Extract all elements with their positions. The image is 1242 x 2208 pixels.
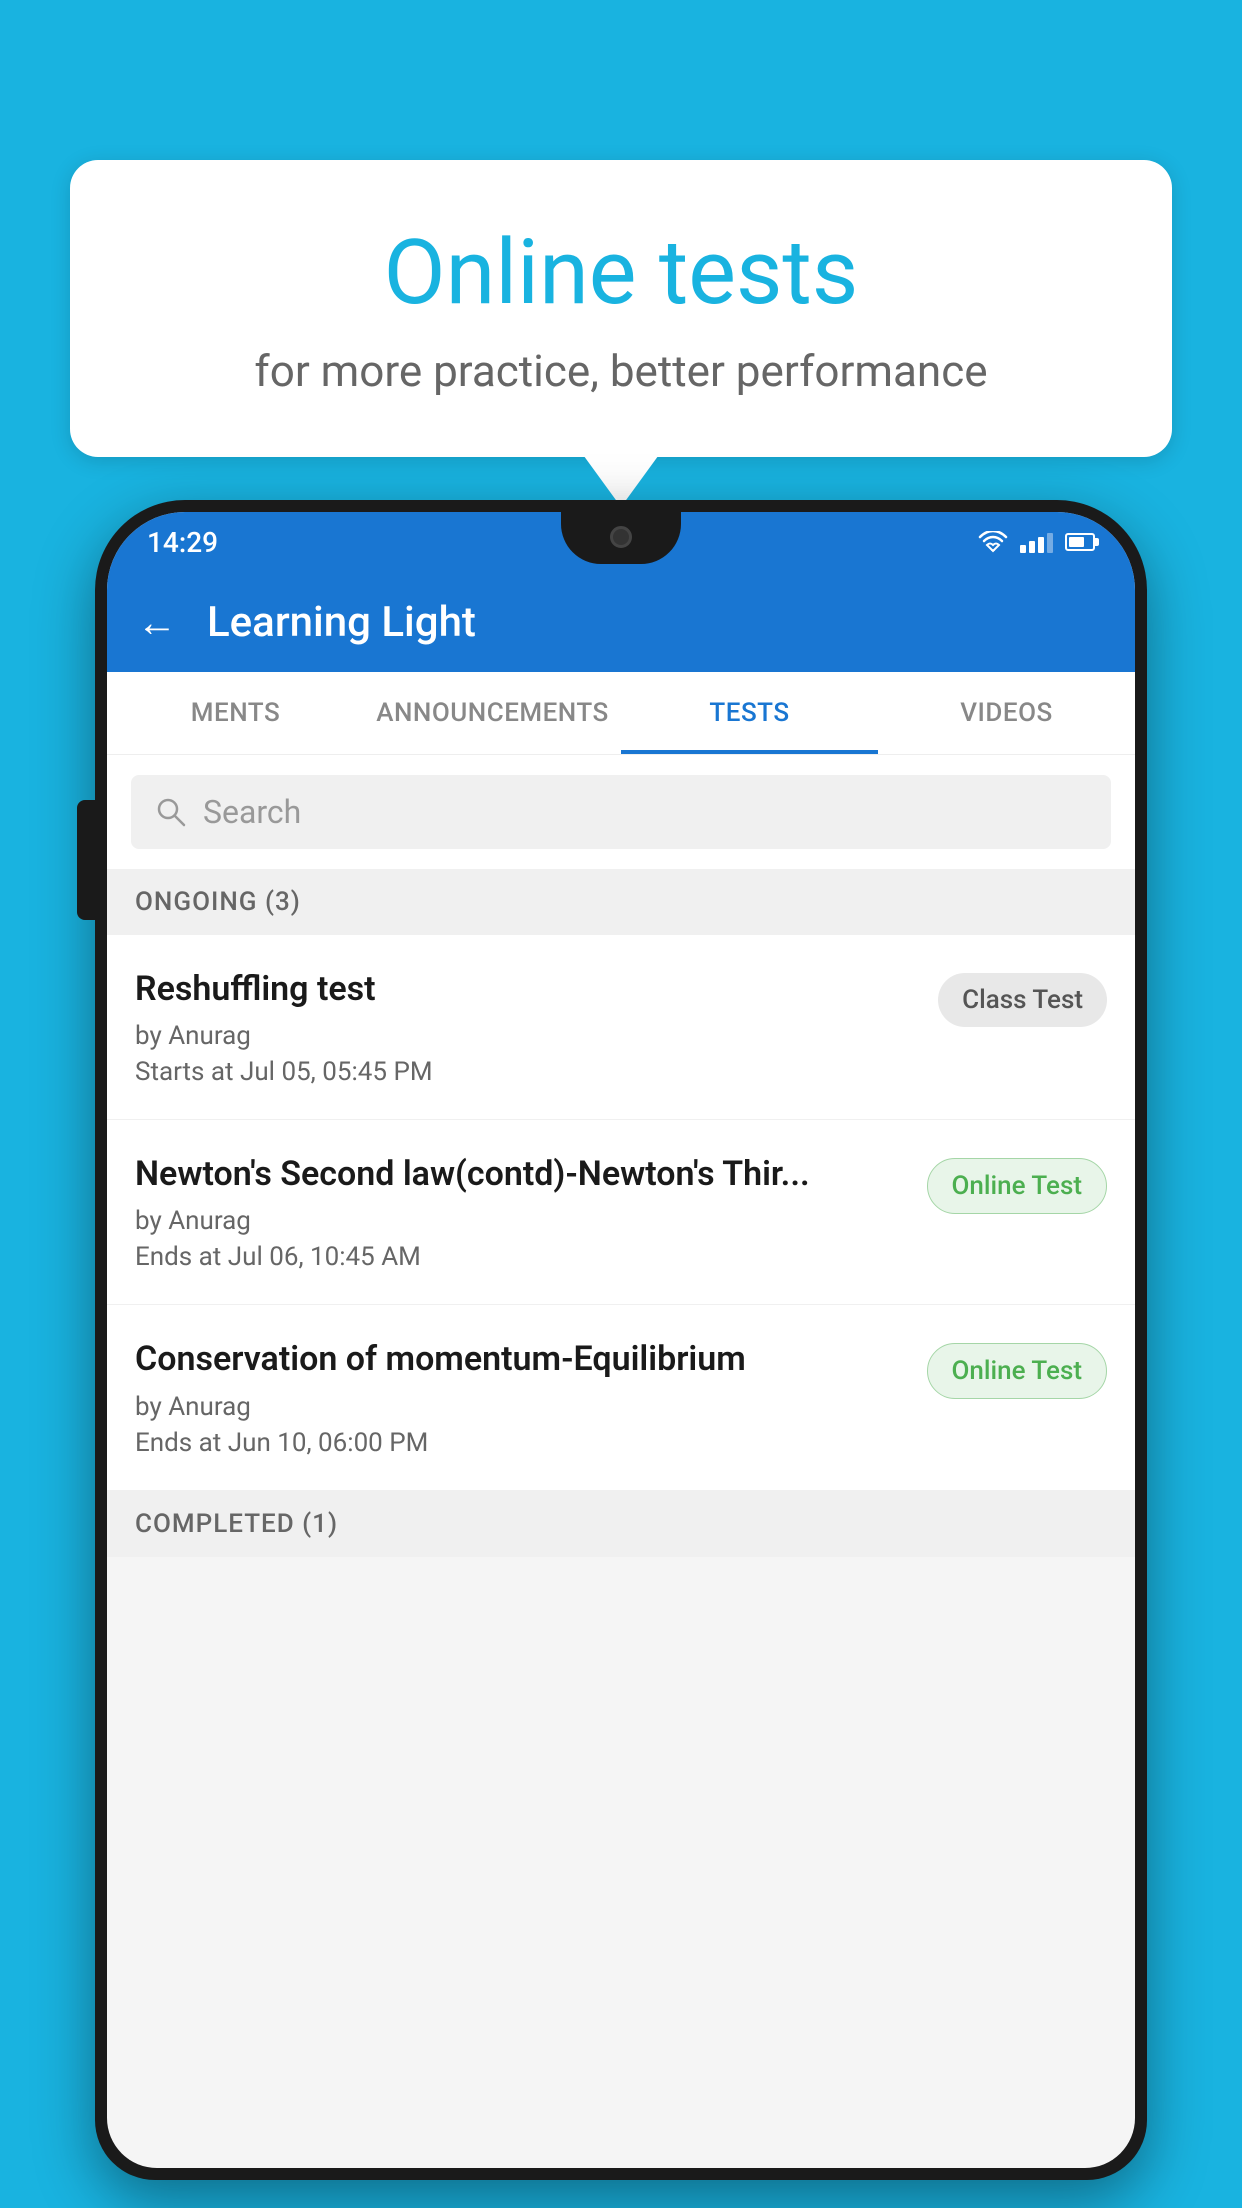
- test-name-1: Reshuffling test: [135, 967, 918, 1011]
- speech-bubble-title: Online tests: [150, 220, 1092, 325]
- test-badge-1: Class Test: [938, 973, 1107, 1027]
- tab-videos[interactable]: VIDEOS: [878, 672, 1135, 754]
- speech-bubble-container: Online tests for more practice, better p…: [70, 160, 1172, 457]
- completed-section-header: COMPLETED (1): [107, 1491, 1135, 1557]
- status-icons: [978, 531, 1095, 553]
- test-info-1: Reshuffling test by Anurag Starts at Jul…: [135, 967, 938, 1087]
- test-item-1[interactable]: Reshuffling test by Anurag Starts at Jul…: [107, 935, 1135, 1120]
- camera: [610, 526, 632, 548]
- signal-icon: [1020, 531, 1053, 553]
- test-name-2: Newton's Second law(contd)-Newton's Thir…: [135, 1152, 907, 1196]
- app-title: Learning Light: [207, 598, 476, 647]
- tabs-container: MENTS ANNOUNCEMENTS TESTS VIDEOS: [107, 672, 1135, 755]
- test-author-2: by Anurag: [135, 1206, 907, 1236]
- phone-screen: 14:29: [107, 512, 1135, 2168]
- tab-ments[interactable]: MENTS: [107, 672, 364, 754]
- status-time: 14:29: [147, 526, 218, 559]
- test-item-3[interactable]: Conservation of momentum-Equilibrium by …: [107, 1305, 1135, 1490]
- test-name-3: Conservation of momentum-Equilibrium: [135, 1337, 907, 1381]
- test-info-2: Newton's Second law(contd)-Newton's Thir…: [135, 1152, 927, 1272]
- search-placeholder: Search: [203, 793, 301, 831]
- tab-tests[interactable]: TESTS: [621, 672, 878, 754]
- speech-bubble-subtitle: for more practice, better performance: [150, 345, 1092, 397]
- test-author-3: by Anurag: [135, 1392, 907, 1422]
- status-bar: 14:29: [107, 512, 1135, 572]
- test-badge-2: Online Test: [927, 1158, 1108, 1214]
- phone-container: 14:29: [95, 500, 1147, 2208]
- search-container: Search: [107, 755, 1135, 869]
- test-item-2[interactable]: Newton's Second law(contd)-Newton's Thir…: [107, 1120, 1135, 1305]
- search-icon: [155, 796, 187, 828]
- battery-fill: [1069, 537, 1084, 547]
- back-button[interactable]: ←: [137, 599, 177, 646]
- speech-bubble: Online tests for more practice, better p…: [70, 160, 1172, 457]
- test-badge-3: Online Test: [927, 1343, 1108, 1399]
- battery-icon: [1065, 533, 1095, 551]
- tab-announcements[interactable]: ANNOUNCEMENTS: [364, 672, 621, 754]
- ongoing-section-header: ONGOING (3): [107, 869, 1135, 935]
- test-list: Reshuffling test by Anurag Starts at Jul…: [107, 935, 1135, 1491]
- test-time-3: Ends at Jun 10, 06:00 PM: [135, 1428, 907, 1458]
- test-time-1: Starts at Jul 05, 05:45 PM: [135, 1057, 918, 1087]
- app-header: ← Learning Light: [107, 572, 1135, 672]
- wifi-icon: [978, 531, 1008, 553]
- phone-frame: 14:29: [95, 500, 1147, 2180]
- phone-notch: [561, 512, 681, 564]
- test-info-3: Conservation of momentum-Equilibrium by …: [135, 1337, 927, 1457]
- test-author-1: by Anurag: [135, 1021, 918, 1051]
- test-time-2: Ends at Jul 06, 10:45 AM: [135, 1242, 907, 1272]
- search-bar[interactable]: Search: [131, 775, 1111, 849]
